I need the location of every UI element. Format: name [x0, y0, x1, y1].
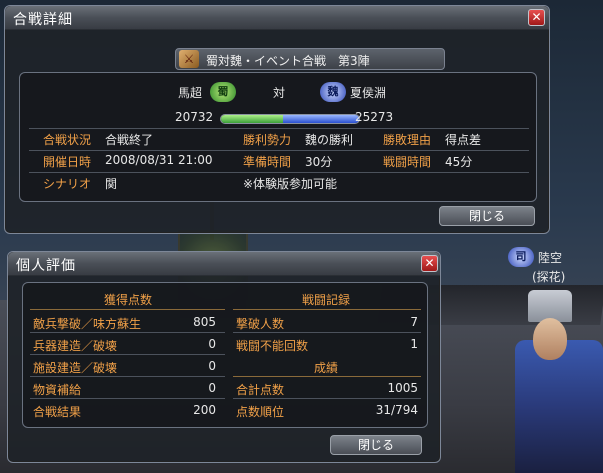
- results-label: 合計点数: [236, 383, 285, 397]
- date-value: 2008/08/31 21:00: [105, 153, 213, 167]
- points-label: 合戦結果: [33, 405, 82, 419]
- results-label: 点数順位: [236, 405, 285, 419]
- battle-detail-title: 合戦詳細: [13, 12, 73, 28]
- shu-faction-icon: 蜀: [210, 82, 236, 102]
- results-value: 1005: [387, 381, 418, 395]
- close-icon[interactable]: ✕: [421, 255, 438, 272]
- status-value: 合戦終了: [105, 133, 154, 147]
- score-bar: [220, 114, 360, 124]
- battle-time-label: 戦闘時間: [383, 155, 432, 169]
- date-label: 開催日時: [43, 155, 92, 169]
- right-general-name: 夏侯淵: [350, 86, 387, 100]
- scenario-value: 関: [105, 177, 118, 191]
- personal-eval-titlebar[interactable]: 個人評価 ✕: [8, 252, 440, 276]
- player-name: 陸空: [538, 251, 563, 265]
- points-label: 施設建造／破壊: [33, 361, 118, 375]
- personal-eval-window: 個人評価 ✕ 獲得点数 敵兵撃破／味方蘇生 805 兵器建造／破壊 0 施設建造…: [7, 251, 441, 463]
- player-character-head: [533, 318, 567, 360]
- player-faction-icon: 司: [508, 247, 534, 267]
- points-value: 200: [193, 403, 216, 417]
- row-divider: [30, 354, 225, 355]
- battle-name: 蜀対魏・イベント合戦 第3陣: [206, 54, 370, 68]
- row-divider: [233, 398, 421, 399]
- player-title: (探花): [532, 270, 566, 284]
- personal-eval-title: 個人評価: [16, 258, 76, 274]
- wei-faction-icon: 魏: [320, 82, 346, 102]
- row-divider: [29, 172, 529, 173]
- records-label: 撃破人数: [236, 317, 285, 331]
- row-divider: [233, 332, 421, 333]
- close-icon[interactable]: ✕: [528, 9, 545, 26]
- records-value: 1: [410, 337, 418, 351]
- reason-label: 勝敗理由: [383, 133, 432, 147]
- row-divider: [29, 150, 529, 151]
- winner-value: 魏の勝利: [305, 133, 354, 147]
- versus-label: 対: [273, 86, 286, 100]
- records-label: 戦闘不能回数: [236, 339, 309, 353]
- points-value: 0: [208, 381, 216, 395]
- left-score: 20732: [175, 110, 214, 124]
- row-divider: [29, 128, 529, 129]
- points-label: 敵兵撃破／味方蘇生: [33, 317, 142, 331]
- row-divider: [30, 398, 225, 399]
- points-value: 0: [208, 337, 216, 351]
- scenario-label: シナリオ: [43, 177, 92, 191]
- points-value: 0: [208, 359, 216, 373]
- points-header-rule: [30, 309, 225, 310]
- results-header-rule: [233, 376, 421, 377]
- crossed-swords-icon: ⚔: [179, 50, 199, 68]
- prep-time-value: 30分: [305, 155, 333, 169]
- winner-label: 勝利勢力: [243, 133, 292, 147]
- score-bar-shu: [221, 115, 284, 123]
- battle-header-bar: ⚔ 蜀対魏・イベント合戦 第3陣: [175, 48, 445, 70]
- close-button[interactable]: 閉じる: [439, 206, 535, 226]
- right-score: 25273: [355, 110, 394, 124]
- left-general-name: 馬超: [178, 86, 203, 100]
- points-label: 兵器建造／破壊: [33, 339, 118, 353]
- score-bar-wei: [283, 115, 359, 123]
- battle-detail-titlebar[interactable]: 合戦詳細 ✕: [5, 6, 549, 30]
- trial-note: ※体験版参加可能: [243, 177, 338, 191]
- battle-detail-window: 合戦詳細 ✕ ⚔ 蜀対魏・イベント合戦 第3陣 馬超 蜀 対 魏 夏侯淵 207…: [4, 5, 550, 234]
- prep-time-label: 準備時間: [243, 155, 292, 169]
- points-header: 獲得点数: [103, 293, 152, 307]
- records-header-rule: [233, 309, 421, 310]
- results-value: 31/794: [375, 403, 418, 417]
- results-header: 成績: [313, 361, 338, 375]
- close-button[interactable]: 閉じる: [330, 435, 422, 455]
- row-divider: [30, 332, 225, 333]
- status-label: 合戦状況: [43, 133, 92, 147]
- records-value: 7: [410, 315, 418, 329]
- records-header: 戦闘記録: [301, 293, 350, 307]
- points-value: 805: [193, 315, 216, 329]
- battle-time-value: 45分: [445, 155, 473, 169]
- reason-value: 得点差: [445, 133, 482, 147]
- points-label: 物資補給: [33, 383, 82, 397]
- player-character-body[interactable]: [515, 340, 603, 473]
- row-divider: [30, 376, 225, 377]
